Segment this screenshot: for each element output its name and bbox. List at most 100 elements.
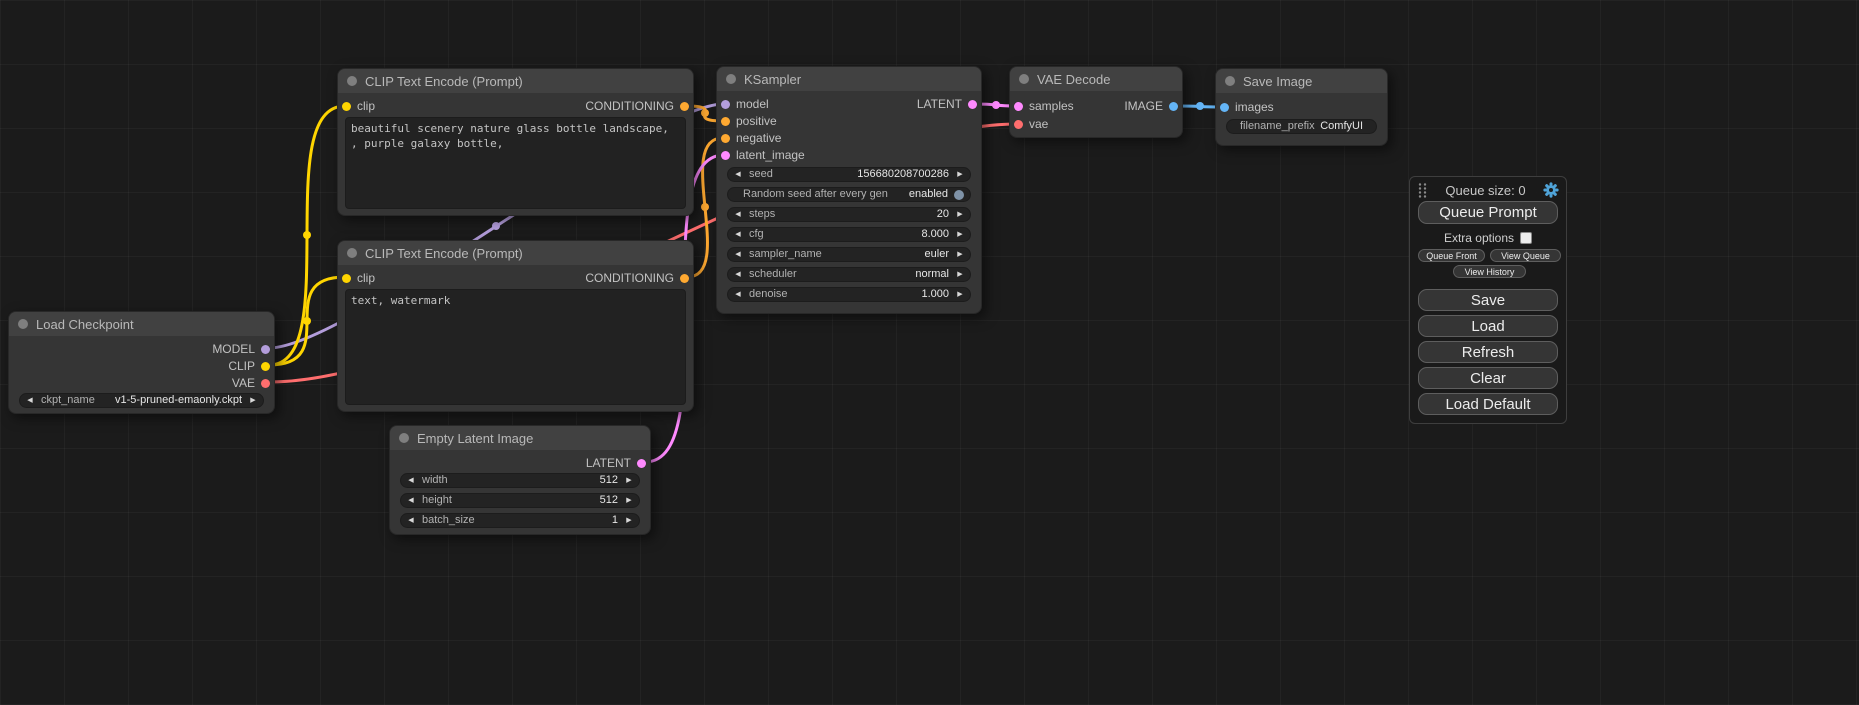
latent-output-port[interactable] (637, 459, 646, 468)
port-row: clip CONDITIONING (338, 270, 693, 287)
model-output-port[interactable] (261, 345, 270, 354)
increment-arrow-icon[interactable]: ▶ (955, 168, 965, 181)
latent-output-port[interactable] (968, 100, 977, 109)
collapse-dot-icon[interactable] (726, 74, 736, 84)
scheduler-widget[interactable]: ◀ scheduler normal ▶ (727, 267, 971, 282)
save-button[interactable]: Save (1418, 289, 1558, 311)
queue-prompt-button[interactable]: Queue Prompt (1418, 201, 1558, 224)
node-title-bar[interactable]: Load Checkpoint (9, 312, 274, 336)
latent-image-input-port[interactable] (721, 151, 730, 160)
clip-input-port[interactable] (342, 274, 351, 283)
increment-arrow-icon[interactable]: ▶ (624, 474, 634, 487)
widget-label: filename_prefix (1240, 120, 1315, 133)
collapse-dot-icon[interactable] (18, 319, 28, 329)
increment-arrow-icon[interactable]: ▶ (955, 208, 965, 221)
batch-size-widget[interactable]: ◀ batch_size 1 ▶ (400, 513, 640, 528)
node-title-bar[interactable]: CLIP Text Encode (Prompt) (338, 241, 693, 265)
node-title-bar[interactable]: KSampler (717, 67, 981, 91)
port-row: positive (717, 113, 981, 130)
collapse-dot-icon[interactable] (399, 433, 409, 443)
decrement-arrow-icon[interactable]: ◀ (406, 494, 416, 507)
node-title-bar[interactable]: CLIP Text Encode (Prompt) (338, 69, 693, 93)
samples-input-port[interactable] (1014, 102, 1023, 111)
widget-label: batch_size (422, 514, 475, 527)
decrement-arrow-icon[interactable]: ◀ (406, 474, 416, 487)
denoise-widget[interactable]: ◀ denoise 1.000 ▶ (727, 287, 971, 302)
collapse-dot-icon[interactable] (1225, 76, 1235, 86)
toggle-on-icon[interactable] (954, 190, 964, 200)
increment-arrow-icon[interactable]: ▶ (624, 514, 634, 527)
cfg-widget[interactable]: ◀ cfg 8.000 ▶ (727, 227, 971, 242)
node-title-bar[interactable]: Save Image (1216, 69, 1387, 93)
filename-prefix-widget[interactable]: filename_prefix ComfyUI (1226, 119, 1377, 134)
images-input-port[interactable] (1220, 103, 1229, 112)
settings-gear-icon[interactable] (1543, 182, 1559, 198)
port-row: LATENT (390, 455, 650, 472)
view-history-button[interactable]: View History (1453, 265, 1526, 278)
decrement-arrow-icon[interactable]: ◀ (733, 288, 743, 301)
node-save-image[interactable]: Save Image images filename_prefix ComfyU… (1215, 68, 1388, 146)
increment-arrow-icon[interactable]: ▶ (624, 494, 634, 507)
conditioning-output-port[interactable] (680, 274, 689, 283)
increment-arrow-icon[interactable]: ▶ (955, 268, 965, 281)
decrement-arrow-icon[interactable]: ◀ (733, 248, 743, 261)
load-button[interactable]: Load (1418, 315, 1558, 337)
node-title-bar[interactable]: VAE Decode (1010, 67, 1182, 91)
clear-button[interactable]: Clear (1418, 367, 1558, 389)
node-load-checkpoint[interactable]: Load Checkpoint MODEL CLIP VAE ◀ ckpt_na… (8, 311, 275, 414)
node-clip-text-encode-positive[interactable]: CLIP Text Encode (Prompt) clip CONDITION… (337, 68, 694, 216)
prompt-textarea[interactable]: beautiful scenery nature glass bottle la… (345, 117, 686, 209)
comfyui-canvas[interactable]: { "colors": { "model": "#b39ddb", "clip"… (0, 0, 1859, 705)
increment-arrow-icon[interactable]: ▶ (955, 228, 965, 241)
image-output-port[interactable] (1169, 102, 1178, 111)
collapse-dot-icon[interactable] (347, 76, 357, 86)
increment-arrow-icon[interactable]: ▶ (248, 394, 258, 407)
conditioning-output-port[interactable] (680, 102, 689, 111)
port-row: images (1216, 99, 1387, 116)
node-vae-decode[interactable]: VAE Decode samples IMAGE vae (1009, 66, 1183, 138)
widget-value: ComfyUI (1320, 120, 1363, 133)
wire-midpoint-dot (701, 203, 709, 211)
model-input-port[interactable] (721, 100, 730, 109)
extra-options-checkbox[interactable] (1520, 232, 1532, 244)
clip-output-port[interactable] (261, 362, 270, 371)
node-clip-text-encode-negative[interactable]: CLIP Text Encode (Prompt) clip CONDITION… (337, 240, 694, 412)
load-default-button[interactable]: Load Default (1418, 393, 1558, 415)
sampler-name-widget[interactable]: ◀ sampler_name euler ▶ (727, 247, 971, 262)
steps-widget[interactable]: ◀ steps 20 ▶ (727, 207, 971, 222)
prompt-textarea[interactable]: text, watermark (345, 289, 686, 405)
decrement-arrow-icon[interactable]: ◀ (733, 168, 743, 181)
vae-input-port[interactable] (1014, 120, 1023, 129)
negative-input-port[interactable] (721, 134, 730, 143)
increment-arrow-icon[interactable]: ▶ (955, 288, 965, 301)
node-title-bar[interactable]: Empty Latent Image (390, 426, 650, 450)
queue-front-button[interactable]: Queue Front (1418, 249, 1485, 262)
node-ksampler[interactable]: KSampler model LATENT positive negative … (716, 66, 982, 314)
model-input-label: model (736, 97, 769, 112)
random-seed-toggle-widget[interactable]: Random seed after every gen enabled (727, 187, 971, 202)
node-title: Save Image (1243, 74, 1312, 89)
widget-label: scheduler (749, 268, 797, 281)
widget-label: seed (749, 168, 773, 181)
view-queue-button[interactable]: View Queue (1490, 249, 1561, 262)
increment-arrow-icon[interactable]: ▶ (955, 248, 965, 261)
vae-output-port[interactable] (261, 379, 270, 388)
decrement-arrow-icon[interactable]: ◀ (733, 208, 743, 221)
collapse-dot-icon[interactable] (347, 248, 357, 258)
decrement-arrow-icon[interactable]: ◀ (406, 514, 416, 527)
clip-input-port[interactable] (342, 102, 351, 111)
collapse-dot-icon[interactable] (1019, 74, 1029, 84)
height-widget[interactable]: ◀ height 512 ▶ (400, 493, 640, 508)
widget-label: width (422, 474, 448, 487)
node-empty-latent-image[interactable]: Empty Latent Image LATENT ◀ width 512 ▶ … (389, 425, 651, 535)
drag-handle-icon[interactable] (1417, 182, 1428, 198)
refresh-button[interactable]: Refresh (1418, 341, 1558, 363)
ckpt-name-widget[interactable]: ◀ ckpt_name v1-5-pruned-emaonly.ckpt ▶ (19, 393, 264, 408)
width-widget[interactable]: ◀ width 512 ▶ (400, 473, 640, 488)
decrement-arrow-icon[interactable]: ◀ (733, 228, 743, 241)
decrement-arrow-icon[interactable]: ◀ (25, 394, 35, 407)
positive-input-port[interactable] (721, 117, 730, 126)
seed-widget[interactable]: ◀ seed 156680208700286 ▶ (727, 167, 971, 182)
latent-output-label: LATENT (917, 97, 962, 112)
decrement-arrow-icon[interactable]: ◀ (733, 268, 743, 281)
